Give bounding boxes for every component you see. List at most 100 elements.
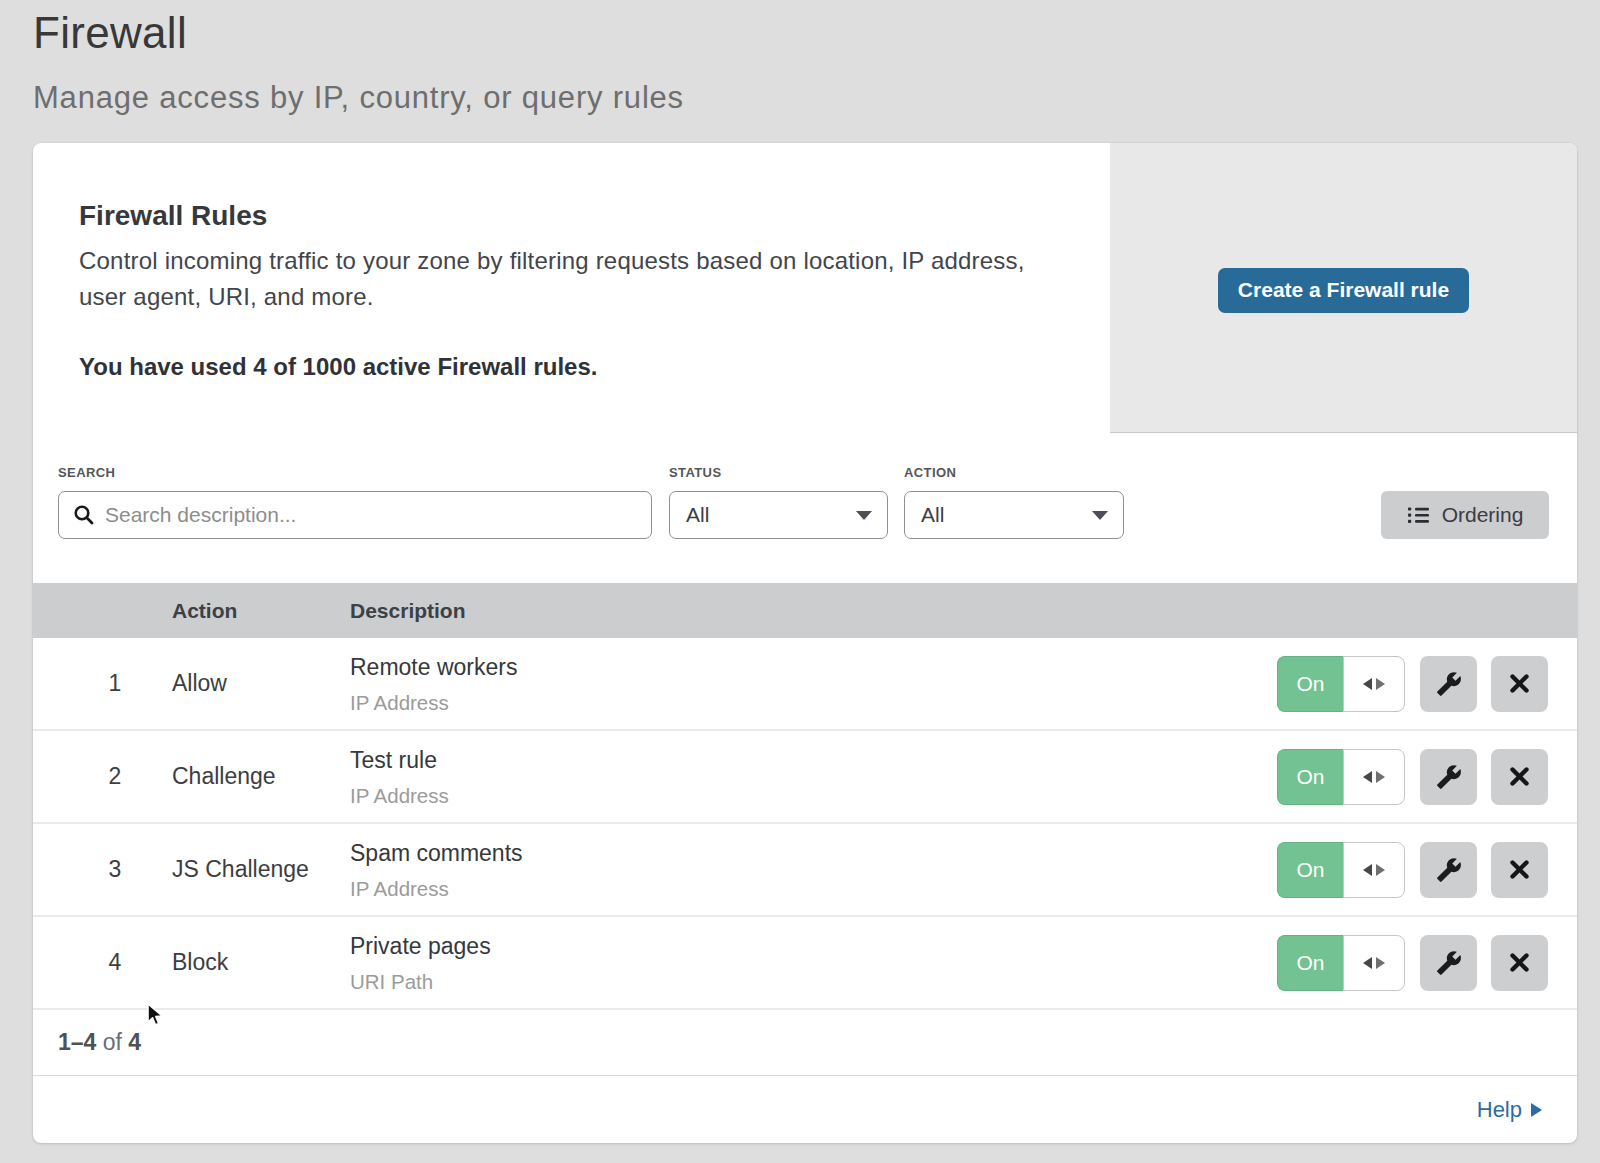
pagination-range: 1–4 <box>58 1029 96 1056</box>
toggle-on-segment[interactable]: On <box>1277 656 1343 712</box>
status-filter-group: STATUS All <box>669 466 888 539</box>
rule-controls: On <box>1277 656 1548 712</box>
rule-match-type: IP Address <box>350 692 1277 713</box>
rule-description-cell: Test rule IP Address <box>350 748 1277 806</box>
rule-priority: 2 <box>58 763 172 790</box>
action-selected-value: All <box>921 503 944 527</box>
arrow-right-icon <box>1376 957 1385 969</box>
search-label: SEARCH <box>58 466 652 480</box>
action-select[interactable]: All <box>904 491 1124 539</box>
rule-controls: On <box>1277 749 1548 805</box>
rule-match-type: IP Address <box>350 785 1277 806</box>
arrow-left-icon <box>1363 957 1372 969</box>
search-icon <box>73 504 95 526</box>
rule-description-cell: Spam comments IP Address <box>350 841 1277 899</box>
table-row: 1 Allow Remote workers IP Address On <box>33 638 1577 731</box>
rule-description: Private pages <box>350 934 1277 958</box>
help-row: Help <box>33 1076 1577 1143</box>
rule-toggle: On <box>1277 935 1405 991</box>
close-icon <box>1508 672 1531 695</box>
help-arrow-icon <box>1531 1103 1542 1117</box>
rule-action: Block <box>172 949 350 976</box>
rule-description: Spam comments <box>350 841 1277 865</box>
help-link-label: Help <box>1477 1097 1522 1123</box>
rule-description-cell: Remote workers IP Address <box>350 655 1277 713</box>
table-row: 2 Challenge Test rule IP Address On <box>33 731 1577 824</box>
edit-rule-button[interactable] <box>1420 749 1477 805</box>
wrench-icon <box>1436 950 1462 976</box>
search-input[interactable] <box>105 503 637 527</box>
ordering-button-label: Ordering <box>1442 503 1524 527</box>
rule-action: JS Challenge <box>172 856 350 883</box>
toggle-on-segment[interactable]: On <box>1277 842 1343 898</box>
edit-rule-button[interactable] <box>1420 935 1477 991</box>
table-row: 4 Block Private pages URI Path On <box>33 917 1577 1010</box>
toggle-on-segment[interactable]: On <box>1277 749 1343 805</box>
arrow-left-icon <box>1363 864 1372 876</box>
pagination-of: of <box>103 1029 122 1056</box>
help-link[interactable]: Help <box>1477 1097 1542 1123</box>
edit-rule-button[interactable] <box>1420 656 1477 712</box>
hero-description: Control incoming traffic to your zone by… <box>79 243 1050 315</box>
action-filter-group: ACTION All <box>904 466 1124 539</box>
toggle-switch-handle[interactable] <box>1343 842 1405 898</box>
rule-match-type: URI Path <box>350 971 1277 992</box>
page-title: Firewall <box>33 9 1600 57</box>
toggle-switch-handle[interactable] <box>1343 749 1405 805</box>
rule-toggle: On <box>1277 842 1405 898</box>
rule-match-type: IP Address <box>350 878 1277 899</box>
arrow-left-icon <box>1363 771 1372 783</box>
action-label: ACTION <box>904 466 1124 480</box>
usage-note: You have used 4 of 1000 active Firewall … <box>79 355 1050 379</box>
rule-description: Remote workers <box>350 655 1277 679</box>
column-description: Description <box>350 599 1548 623</box>
rule-action: Challenge <box>172 763 350 790</box>
chevron-down-icon <box>856 511 872 520</box>
page-subtitle: Manage access by IP, country, or query r… <box>33 81 1600 115</box>
rules-list: 1 Allow Remote workers IP Address On <box>33 638 1577 1010</box>
table-header: Action Description <box>33 583 1577 638</box>
status-select[interactable]: All <box>669 491 888 539</box>
status-selected-value: All <box>686 503 709 527</box>
delete-rule-button[interactable] <box>1491 842 1548 898</box>
table-row: 3 JS Challenge Spam comments IP Address … <box>33 824 1577 917</box>
arrow-right-icon <box>1376 771 1385 783</box>
delete-rule-button[interactable] <box>1491 749 1548 805</box>
arrow-right-icon <box>1376 864 1385 876</box>
toggle-switch-handle[interactable] <box>1343 935 1405 991</box>
rule-toggle: On <box>1277 656 1405 712</box>
chevron-down-icon <box>1092 511 1108 520</box>
filters-bar: SEARCH STATUS All ACTION All Ordering <box>33 433 1577 583</box>
delete-rule-button[interactable] <box>1491 935 1548 991</box>
hero-side-panel: Create a Firewall rule <box>1110 143 1577 433</box>
rule-priority: 3 <box>58 856 172 883</box>
rule-controls: On <box>1277 935 1548 991</box>
column-action: Action <box>172 599 350 623</box>
delete-rule-button[interactable] <box>1491 656 1548 712</box>
ordering-list-icon <box>1407 504 1430 526</box>
wrench-icon <box>1436 671 1462 697</box>
search-group: SEARCH <box>58 466 652 539</box>
hero-section: Firewall Rules Control incoming traffic … <box>33 143 1577 433</box>
status-label: STATUS <box>669 466 888 480</box>
rule-priority: 4 <box>58 949 172 976</box>
rule-controls: On <box>1277 842 1548 898</box>
firewall-card: Firewall Rules Control incoming traffic … <box>33 143 1577 1143</box>
arrow-right-icon <box>1376 678 1385 690</box>
rule-description-cell: Private pages URI Path <box>350 934 1277 992</box>
page-header: Firewall Manage access by IP, country, o… <box>0 0 1600 115</box>
ordering-button[interactable]: Ordering <box>1381 491 1549 539</box>
edit-rule-button[interactable] <box>1420 842 1477 898</box>
pagination: 1–4 of 4 <box>33 1010 1577 1076</box>
close-icon <box>1508 951 1531 974</box>
create-firewall-rule-button[interactable]: Create a Firewall rule <box>1218 268 1469 313</box>
hero-heading: Firewall Rules <box>79 202 1050 229</box>
close-icon <box>1508 858 1531 881</box>
toggle-switch-handle[interactable] <box>1343 656 1405 712</box>
wrench-icon <box>1436 857 1462 883</box>
pagination-total: 4 <box>128 1029 141 1056</box>
arrow-left-icon <box>1363 678 1372 690</box>
rule-toggle: On <box>1277 749 1405 805</box>
search-box <box>58 491 652 539</box>
toggle-on-segment[interactable]: On <box>1277 935 1343 991</box>
